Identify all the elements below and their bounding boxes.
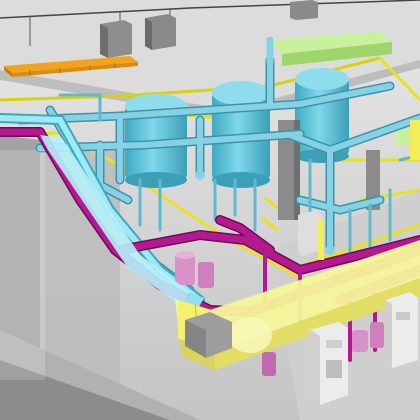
yellow-riser	[410, 120, 420, 160]
upper-cabinet-3	[290, 0, 318, 20]
yellow-riser	[318, 220, 324, 260]
bim-viewport[interactable]	[0, 0, 420, 420]
upper-cabinet-1	[100, 20, 132, 58]
glass-panel	[0, 150, 45, 380]
electrical-cabinet-2	[385, 292, 418, 368]
mep-model-render	[0, 0, 420, 420]
upper-cabinet-2	[145, 14, 176, 50]
electrical-cabinet-1	[310, 322, 348, 405]
